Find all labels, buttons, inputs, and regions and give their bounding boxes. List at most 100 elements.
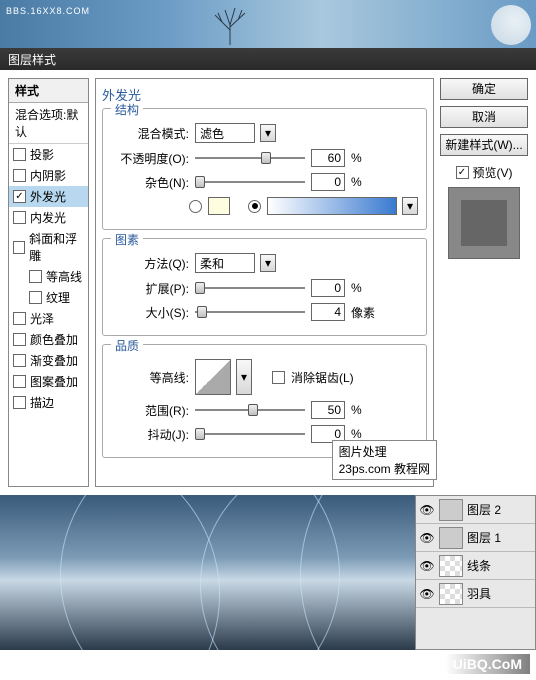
style-checkbox[interactable] — [13, 241, 25, 254]
range-label: 范围(R): — [111, 402, 189, 419]
style-item-8[interactable]: 颜色叠加 — [9, 329, 88, 350]
layer-row[interactable]: 👁 图层 1 — [416, 524, 535, 552]
opacity-label: 不透明度(O): — [111, 150, 189, 167]
blend-mode-select[interactable]: 滤色 — [195, 123, 255, 143]
range-input[interactable]: 50 — [311, 401, 345, 419]
visibility-icon[interactable]: 👁 — [419, 558, 435, 574]
noise-label: 杂色(N): — [111, 174, 189, 191]
style-item-label: 渐变叠加 — [30, 352, 78, 369]
style-checkbox[interactable] — [13, 211, 26, 224]
style-item-4[interactable]: 斜面和浮雕 — [9, 228, 88, 266]
gradient-picker[interactable] — [267, 197, 397, 215]
noise-unit: % — [351, 175, 379, 189]
contour-arrow[interactable]: ▾ — [236, 359, 252, 395]
noise-input[interactable]: 0 — [311, 173, 345, 191]
style-checkbox[interactable] — [13, 354, 26, 367]
style-item-label: 颜色叠加 — [30, 331, 78, 348]
style-checkbox[interactable] — [13, 333, 26, 346]
ok-button[interactable]: 确定 — [440, 78, 528, 100]
tree-graphic — [200, 5, 260, 45]
layer-row[interactable]: 👁 线条 — [416, 552, 535, 580]
style-checkbox[interactable] — [13, 148, 26, 161]
style-item-10[interactable]: 图案叠加 — [9, 371, 88, 392]
style-checkbox[interactable] — [13, 190, 26, 203]
tutorial-watermark: 图片处理 23ps.com 教程网 — [332, 440, 437, 480]
style-item-7[interactable]: 光泽 — [9, 308, 88, 329]
blend-mode-arrow[interactable]: ▾ — [260, 124, 276, 142]
style-item-2[interactable]: 外发光 — [9, 186, 88, 207]
layer-row[interactable]: 👁羽具 — [416, 580, 535, 608]
jitter-slider[interactable] — [195, 425, 305, 443]
style-checkbox[interactable] — [29, 270, 42, 283]
style-item-label: 描边 — [30, 394, 54, 411]
site-logo: UiBQ.CoM — [445, 654, 530, 674]
contour-picker[interactable] — [195, 359, 231, 395]
structure-title: 结构 — [111, 101, 143, 118]
cancel-button[interactable]: 取消 — [440, 106, 528, 128]
header-watermark: BBS.16XX8.COM — [6, 6, 90, 16]
style-checkbox[interactable] — [13, 169, 26, 182]
spread-slider[interactable] — [195, 279, 305, 297]
preview-checkbox[interactable] — [456, 166, 469, 179]
noise-slider[interactable] — [195, 173, 305, 191]
layer-thumb — [439, 499, 463, 521]
style-checkbox[interactable] — [13, 396, 26, 409]
quality-title: 品质 — [111, 337, 143, 354]
style-checkbox[interactable] — [29, 291, 42, 304]
antialias-checkbox[interactable] — [272, 371, 285, 384]
style-item-label: 内发光 — [30, 209, 66, 226]
style-checkbox[interactable] — [13, 375, 26, 388]
styles-header: 样式 — [9, 79, 88, 103]
size-slider[interactable] — [195, 303, 305, 321]
visibility-icon[interactable]: 👁 — [419, 530, 435, 546]
layer-row[interactable]: 👁 图层 2 — [416, 496, 535, 524]
layer-thumb — [439, 583, 463, 605]
preview-label: 预览(V) — [473, 164, 513, 181]
layer-name: 图层 1 — [467, 529, 501, 546]
effect-settings-panel: 外发光 结构 混合模式: 滤色 ▾ 不透明度(O): 60 % 杂色(N): 0… — [95, 78, 434, 487]
style-item-label: 投影 — [30, 146, 54, 163]
jitter-label: 抖动(J): — [111, 426, 189, 443]
blend-options-default[interactable]: 混合选项:默认 — [9, 103, 88, 144]
style-item-label: 图案叠加 — [30, 373, 78, 390]
color-swatch[interactable] — [208, 197, 230, 215]
method-select[interactable]: 柔和 — [195, 253, 255, 273]
blend-mode-label: 混合模式: — [111, 125, 189, 142]
opacity-input[interactable]: 60 — [311, 149, 345, 167]
layer-style-dialog: 样式 混合选项:默认 投影内阴影外发光内发光斜面和浮雕等高线纹理光泽颜色叠加渐变… — [0, 70, 536, 495]
layer-name: 线条 — [467, 557, 491, 574]
style-item-11[interactable]: 描边 — [9, 392, 88, 413]
range-slider[interactable] — [195, 401, 305, 419]
spread-unit: % — [351, 281, 379, 295]
style-item-6[interactable]: 纹理 — [9, 287, 88, 308]
style-item-9[interactable]: 渐变叠加 — [9, 350, 88, 371]
style-item-label: 内阴影 — [30, 167, 66, 184]
effect-title: 外发光 — [102, 85, 427, 104]
color-radio[interactable] — [189, 200, 202, 213]
antialias-label: 消除锯齿(L) — [291, 369, 354, 386]
layer-name: 图层 2 — [467, 501, 501, 518]
style-item-label: 外发光 — [30, 188, 66, 205]
style-item-label: 纹理 — [46, 289, 70, 306]
canvas-preview — [0, 495, 415, 650]
visibility-icon[interactable]: 👁 — [419, 502, 435, 518]
style-checkbox[interactable] — [13, 312, 26, 325]
gradient-radio[interactable] — [248, 200, 261, 213]
method-arrow[interactable]: ▾ — [260, 254, 276, 272]
opacity-unit: % — [351, 151, 379, 165]
spread-input[interactable]: 0 — [311, 279, 345, 297]
size-input[interactable]: 4 — [311, 303, 345, 321]
visibility-icon[interactable]: 👁 — [419, 586, 435, 602]
style-item-0[interactable]: 投影 — [9, 144, 88, 165]
range-unit: % — [351, 403, 379, 417]
image-header: BBS.16XX8.COM — [0, 0, 536, 48]
spread-label: 扩展(P): — [111, 280, 189, 297]
gradient-arrow[interactable]: ▾ — [402, 197, 418, 215]
opacity-slider[interactable] — [195, 149, 305, 167]
new-style-button[interactable]: 新建样式(W)... — [440, 134, 528, 156]
style-item-3[interactable]: 内发光 — [9, 207, 88, 228]
moon-graphic — [491, 5, 531, 45]
style-item-1[interactable]: 内阴影 — [9, 165, 88, 186]
style-item-5[interactable]: 等高线 — [9, 266, 88, 287]
elements-section: 图素 方法(Q): 柔和 ▾ 扩展(P): 0 % 大小(S): 4 像素 — [102, 238, 427, 336]
